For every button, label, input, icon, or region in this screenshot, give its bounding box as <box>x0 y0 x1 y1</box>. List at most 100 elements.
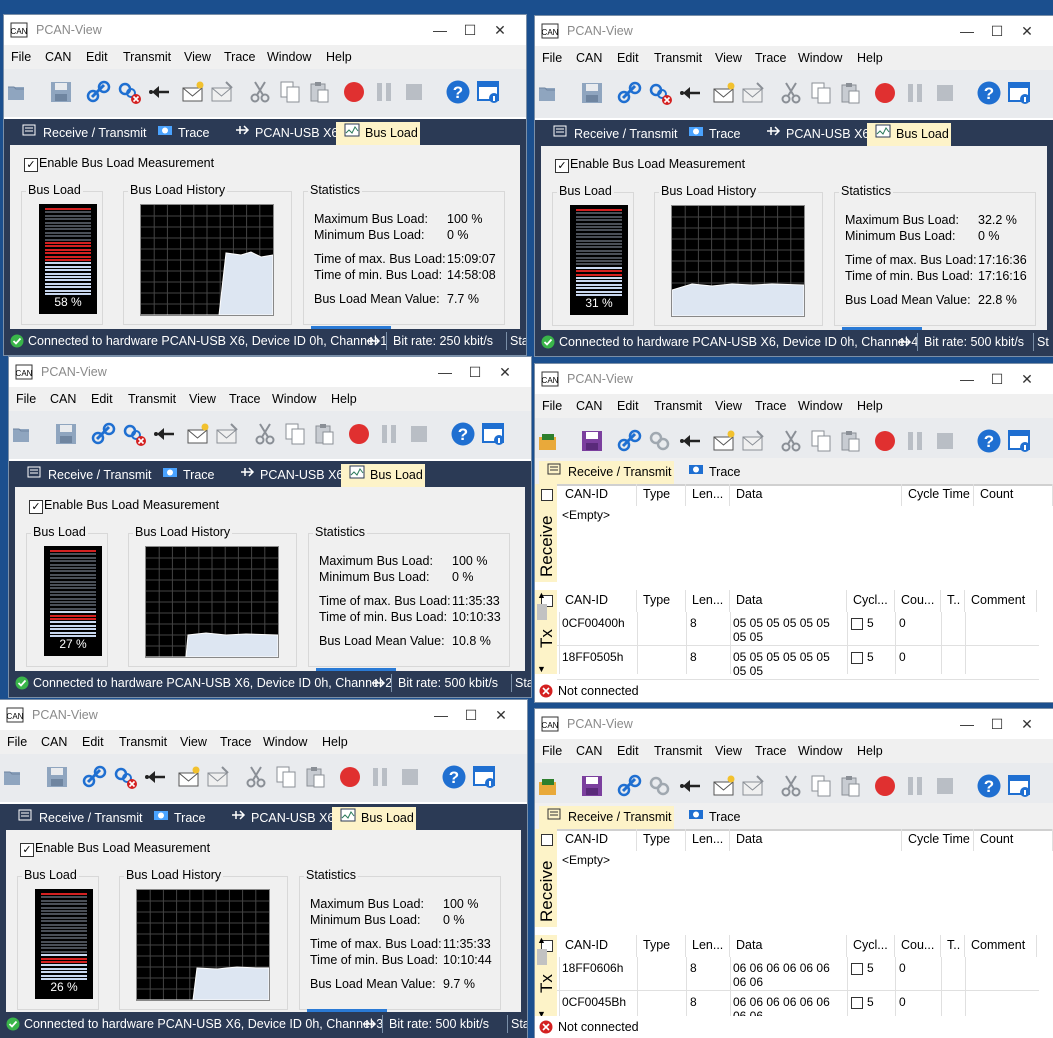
receive-header[interactable]: Cycle Time <box>902 484 974 506</box>
receive-header[interactable]: CAN-ID <box>559 484 637 506</box>
tx-row-count[interactable]: 0 <box>899 649 906 665</box>
tab-device[interactable]: PCAN-USB X6 <box>757 123 869 146</box>
stop-icon[interactable] <box>406 421 432 447</box>
disconnect-icon[interactable] <box>648 80 674 106</box>
disconnect-icon[interactable] <box>648 428 674 454</box>
paste-icon[interactable] <box>311 421 337 447</box>
menu-transmit[interactable]: Transmit <box>128 392 176 406</box>
tx-row-data-cont[interactable]: 06 06 <box>733 974 763 990</box>
maximize-button[interactable]: ☐ <box>983 713 1011 735</box>
menu-trace[interactable]: Trace <box>755 51 787 65</box>
menu-help[interactable]: Help <box>857 399 883 413</box>
menu-file[interactable]: File <box>542 51 562 65</box>
tx-row-id[interactable]: 0CF0045Bh <box>562 994 626 1010</box>
transmit-header[interactable]: Cycl... <box>847 935 895 957</box>
menu-trace[interactable]: Trace <box>224 50 256 64</box>
open-icon[interactable] <box>537 80 563 106</box>
maximize-button[interactable]: ☐ <box>457 704 485 726</box>
disconnect-icon[interactable] <box>113 764 139 790</box>
close-button[interactable]: ✕ <box>491 361 519 383</box>
minimize-button[interactable]: — <box>427 704 455 726</box>
menu-help[interactable]: Help <box>857 51 883 65</box>
scroll-down-icon[interactable]: ▼ <box>537 664 546 674</box>
connect-icon[interactable] <box>82 764 108 790</box>
receive-header[interactable]: Data <box>730 484 902 506</box>
about-icon[interactable] <box>1006 80 1032 106</box>
minimize-button[interactable]: — <box>953 20 981 42</box>
copy-icon[interactable] <box>808 773 834 799</box>
menu-file[interactable]: File <box>11 50 31 64</box>
transmit-header[interactable]: Type <box>637 935 686 957</box>
tx-row-id[interactable]: 18FF0606h <box>562 960 623 976</box>
help-icon[interactable]: ? <box>976 80 1002 106</box>
receive-header[interactable]: Type <box>637 484 686 506</box>
tx-row-cycle[interactable]: 5 <box>867 615 874 631</box>
edit-message-icon[interactable] <box>740 80 766 106</box>
connect-icon[interactable] <box>617 773 643 799</box>
connect-icon[interactable] <box>617 428 643 454</box>
save-icon[interactable] <box>44 764 70 790</box>
connect-icon[interactable] <box>617 80 643 106</box>
tx-row-length[interactable]: 8 <box>690 994 697 1010</box>
menu-can[interactable]: CAN <box>576 399 602 413</box>
save-icon[interactable] <box>53 421 79 447</box>
receive-header[interactable]: Count <box>974 484 1053 506</box>
menu-view[interactable]: View <box>715 744 742 758</box>
tx-row-id[interactable]: 0CF00400h <box>562 615 625 631</box>
tab-trace[interactable]: Trace <box>145 807 209 830</box>
enable-bus-load-checkbox[interactable]: ✓ <box>555 159 569 173</box>
menu-window[interactable]: Window <box>798 399 842 413</box>
tab-bus-load[interactable]: Bus Load <box>336 122 420 145</box>
close-button[interactable]: ✕ <box>1013 20 1041 42</box>
menu-can[interactable]: CAN <box>41 735 67 749</box>
menu-window[interactable]: Window <box>267 50 311 64</box>
about-icon[interactable] <box>471 764 497 790</box>
tab-trace[interactable]: Trace <box>680 806 744 829</box>
reset-icon[interactable] <box>147 79 173 105</box>
receive-header[interactable]: Len... <box>686 829 730 851</box>
paste-icon[interactable] <box>837 773 863 799</box>
tx-row-length[interactable]: 8 <box>690 960 697 976</box>
reset-icon[interactable] <box>678 428 704 454</box>
transmit-header[interactable]: Len... <box>686 590 730 612</box>
cut-icon[interactable] <box>243 764 269 790</box>
menu-help[interactable]: Help <box>326 50 352 64</box>
tx-row-enable-checkbox[interactable] <box>851 652 863 664</box>
transmit-header[interactable]: T.. <box>941 935 965 957</box>
open-icon[interactable] <box>537 773 563 799</box>
transmit-header[interactable]: Data <box>730 935 847 957</box>
tx-row-count[interactable]: 0 <box>899 615 906 631</box>
scrollbar-thumb[interactable] <box>537 604 547 620</box>
record-icon[interactable] <box>872 80 898 106</box>
copy-icon[interactable] <box>273 764 299 790</box>
tab-trace[interactable]: Trace <box>680 123 744 146</box>
menu-help[interactable]: Help <box>331 392 357 406</box>
tx-row-enable-checkbox[interactable] <box>851 618 863 630</box>
menu-edit[interactable]: Edit <box>86 50 108 64</box>
menu-trace[interactable]: Trace <box>755 399 787 413</box>
new-message-icon[interactable] <box>711 80 737 106</box>
copy-icon[interactable] <box>282 421 308 447</box>
paste-icon[interactable] <box>302 764 328 790</box>
copy-icon[interactable] <box>808 80 834 106</box>
receive-select-all[interactable] <box>541 489 553 501</box>
minimize-button[interactable]: — <box>431 361 459 383</box>
maximize-button[interactable]: ☐ <box>456 19 484 41</box>
menu-edit[interactable]: Edit <box>91 392 113 406</box>
scroll-up-icon[interactable]: ▲ <box>537 590 546 600</box>
menu-trace[interactable]: Trace <box>755 744 787 758</box>
tab-device[interactable]: PCAN-USB X6 <box>231 464 343 487</box>
about-icon[interactable] <box>475 79 501 105</box>
transmit-header[interactable]: Cycl... <box>847 590 895 612</box>
tx-row-cycle[interactable]: 5 <box>867 649 874 665</box>
menu-window[interactable]: Window <box>263 735 307 749</box>
scrollbar-thumb[interactable] <box>537 949 547 965</box>
menu-can[interactable]: CAN <box>50 392 76 406</box>
menu-edit[interactable]: Edit <box>617 744 639 758</box>
stop-icon[interactable] <box>932 428 958 454</box>
help-icon[interactable]: ? <box>976 428 1002 454</box>
maximize-button[interactable]: ☐ <box>983 368 1011 390</box>
tab-bus-load[interactable]: Bus Load <box>332 807 416 830</box>
tab-bus-load[interactable]: Bus Load <box>867 123 951 146</box>
pause-icon[interactable] <box>376 421 402 447</box>
